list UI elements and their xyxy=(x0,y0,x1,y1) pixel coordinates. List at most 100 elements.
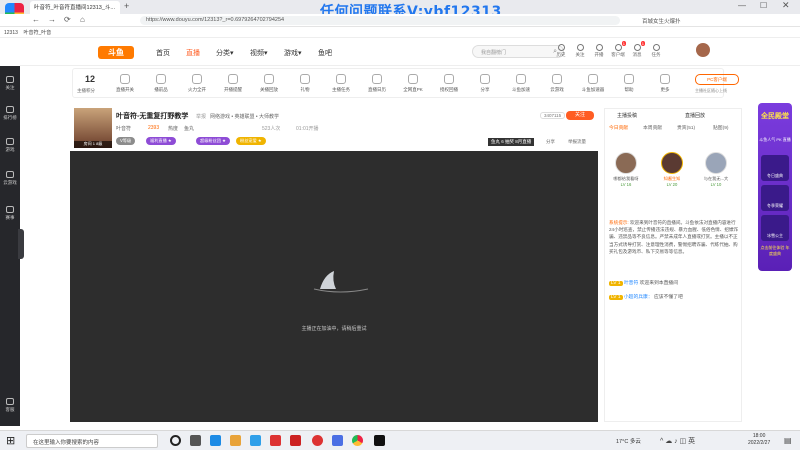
top-fan[interactable]: 与在我无...大 LV 10 xyxy=(701,152,731,187)
promo-row[interactable]: 冬日盛典 xyxy=(761,155,789,181)
follow-button[interactable]: 关注 xyxy=(566,111,594,120)
top-fan[interactable]: 哪都给我看呀 LV 16 xyxy=(611,152,641,187)
chrome-icon[interactable] xyxy=(352,435,363,446)
forward-button[interactable]: → xyxy=(48,15,56,24)
store-icon[interactable] xyxy=(230,435,241,446)
pc-client-button[interactable]: PC客户端 xyxy=(695,74,739,85)
video-player[interactable]: 主播正在加油中，请稍后重试 xyxy=(70,151,598,422)
taskbar-clock[interactable]: 18:00 2022/2/27 xyxy=(748,433,770,447)
tool-cloud-game[interactable]: 云游戏 xyxy=(543,74,571,93)
header-follow[interactable]: 关注 xyxy=(572,44,588,58)
tool-pk[interactable]: 全网直PK xyxy=(399,74,427,93)
nav-category[interactable]: 分类▾ xyxy=(216,48,234,58)
home-button[interactable]: ⌂ xyxy=(80,15,85,24)
nav-games[interactable]: 游戏▾ xyxy=(284,48,302,58)
tool-gift[interactable]: 礼物 xyxy=(291,74,319,93)
user-avatar[interactable] xyxy=(696,43,710,57)
tool-replay[interactable]: 关播回放 xyxy=(255,74,283,93)
reload-button[interactable]: ⟳ xyxy=(64,15,71,24)
subtab-today[interactable]: 今日贡献 xyxy=(609,124,628,131)
bookmark-item[interactable]: 叶音符_叶音 xyxy=(23,30,51,36)
tag-pill[interactable]: 粉丝宠爱 ★ xyxy=(236,137,266,145)
sidebar-item-cloud-game[interactable]: 云游戏 xyxy=(0,171,20,186)
tool-authorize[interactable]: 授权回播 xyxy=(435,74,463,93)
sidebar-item-events[interactable]: 赛事 xyxy=(0,206,20,221)
top-fan[interactable]: 知邂生知 LV 20 xyxy=(657,152,687,187)
tool-accelerator[interactable]: 斗鱼加速器 xyxy=(579,74,607,93)
back-button[interactable]: ← xyxy=(32,15,40,24)
tab-replay[interactable]: 直播回放 xyxy=(685,112,705,119)
tool-calendar[interactable]: 直播日历 xyxy=(363,74,391,93)
minimize-button[interactable]: — xyxy=(738,1,746,10)
netease-icon[interactable] xyxy=(290,435,301,446)
close-window-button[interactable]: ✕ xyxy=(782,0,790,11)
weather-widget[interactable]: 17°C 多云 xyxy=(616,437,641,445)
promo-banner[interactable]: 全民殿堂 斗鱼人气 PK 直播 冬日盛典 冬季荣耀 冰雪公主 点击前往体验 年度… xyxy=(758,103,792,271)
edge-icon[interactable] xyxy=(210,435,221,446)
site-search-input[interactable]: 我自翻榜门 ⌕ xyxy=(472,45,564,58)
sidebar-item-ranking[interactable]: 排行榜 xyxy=(0,106,20,121)
tool-pre-broadcast[interactable]: 播前品 xyxy=(147,74,175,93)
tool-accelerate[interactable]: 斗鱼加速 xyxy=(507,74,535,93)
header-message[interactable]: 消息 1 xyxy=(629,41,645,58)
car-icon xyxy=(516,74,526,84)
promo-row[interactable]: 冬季荣耀 xyxy=(761,185,789,211)
tool-fire[interactable]: 火力全开 xyxy=(183,74,211,93)
tag-pill[interactable]: 福利直播 ★ xyxy=(146,137,176,145)
windows-start-icon[interactable]: ⊞ xyxy=(6,434,15,447)
tool-tasks[interactable]: 主播任务 xyxy=(327,74,355,93)
search-hint[interactable]: 百城女生火爆扑 xyxy=(642,17,681,25)
nav-video[interactable]: 视频▾ xyxy=(250,48,268,58)
tool-help[interactable]: 帮助 xyxy=(615,74,643,93)
nav-home[interactable]: 首页 xyxy=(156,48,170,58)
tool-more[interactable]: 更多 xyxy=(651,74,679,93)
tool-share[interactable]: 分享 xyxy=(471,74,499,93)
header-task[interactable]: 任务 xyxy=(648,44,664,58)
tab-anchor-posts[interactable]: 主播投稿 xyxy=(617,112,637,119)
tag-pill[interactable]: V等级 xyxy=(116,137,136,145)
subtab-week[interactable]: 本周贡献 xyxy=(643,124,662,131)
obs-icon[interactable] xyxy=(374,435,385,446)
cortana-icon[interactable] xyxy=(170,435,181,446)
tool-reminder[interactable]: 开播提醒 xyxy=(219,74,247,93)
chat-user[interactable]: 小超的兵康： xyxy=(624,295,653,300)
mail-icon[interactable] xyxy=(250,435,261,446)
system-message-text: 欢迎来到叶音符的直播间。斗鱼依法对直播内容进行24小时巡查，禁止传播违法违规、暴… xyxy=(609,220,739,254)
header-broadcast[interactable]: 开播 xyxy=(591,44,607,58)
subtab-stickers[interactable]: 贴图(9) xyxy=(713,124,728,131)
history-icon xyxy=(557,44,565,51)
nav-live[interactable]: 直播 xyxy=(186,48,200,58)
bookmark-item[interactable]: 12313 xyxy=(4,30,18,36)
subtab-vip[interactable]: 贵宾(51) xyxy=(677,124,695,131)
sidebar-item-service[interactable]: 客服 xyxy=(0,398,20,413)
streamer-avatar[interactable]: 房间 1 8级 xyxy=(74,108,112,148)
task-view-icon[interactable] xyxy=(190,435,201,446)
new-tab-button[interactable]: + xyxy=(124,1,129,11)
report-traffic-button[interactable]: 举报流量 xyxy=(568,139,586,145)
url-input[interactable]: https://www.douyu.com/12313?_r=0.6979264… xyxy=(140,16,620,25)
lottery-pill[interactable]: 鱼丸 6 抽奖 8月直播 xyxy=(488,138,535,146)
tray-icons[interactable]: ^ ☁ ♪ ◫ 英 xyxy=(660,436,695,446)
report-link[interactable]: 举报 xyxy=(196,113,206,120)
share-button[interactable]: 分享 xyxy=(546,139,555,145)
header-client[interactable]: 客户端 1 xyxy=(610,41,626,58)
browser-icon[interactable] xyxy=(332,435,343,446)
douyu-logo[interactable]: 斗鱼 xyxy=(98,46,134,59)
gift-icon xyxy=(300,74,310,84)
nav-yuba[interactable]: 鱼吧 xyxy=(318,48,332,58)
media-icon[interactable] xyxy=(312,435,323,446)
sidebar-collapse-handle[interactable] xyxy=(18,229,24,259)
stream-category[interactable]: 网络游戏 • 英雄联盟 • 大师教学 xyxy=(210,113,279,120)
promo-row[interactable]: 冰雪公主 xyxy=(761,215,789,241)
maximize-button[interactable]: ☐ xyxy=(760,1,767,10)
tool-stream-switch[interactable]: 直播开关 xyxy=(111,74,139,93)
sidebar-item-follow[interactable]: 关注 xyxy=(0,76,20,91)
notification-icon[interactable]: ▤ xyxy=(784,436,792,445)
chat-user[interactable]: 叶音符 xyxy=(624,281,638,286)
browser-tab[interactable]: 叶音符_叶音符直播间12313_斗... xyxy=(30,1,120,14)
tag-pill[interactable]: 超级粉丝团 ★ xyxy=(196,137,230,145)
sidebar-item-game[interactable]: 游戏 xyxy=(0,138,20,153)
taskbar-search-input[interactable]: 在这里输入你要搜索的内容 xyxy=(26,434,158,448)
header-history[interactable]: 历史 xyxy=(553,44,569,58)
game-icon[interactable] xyxy=(270,435,281,446)
